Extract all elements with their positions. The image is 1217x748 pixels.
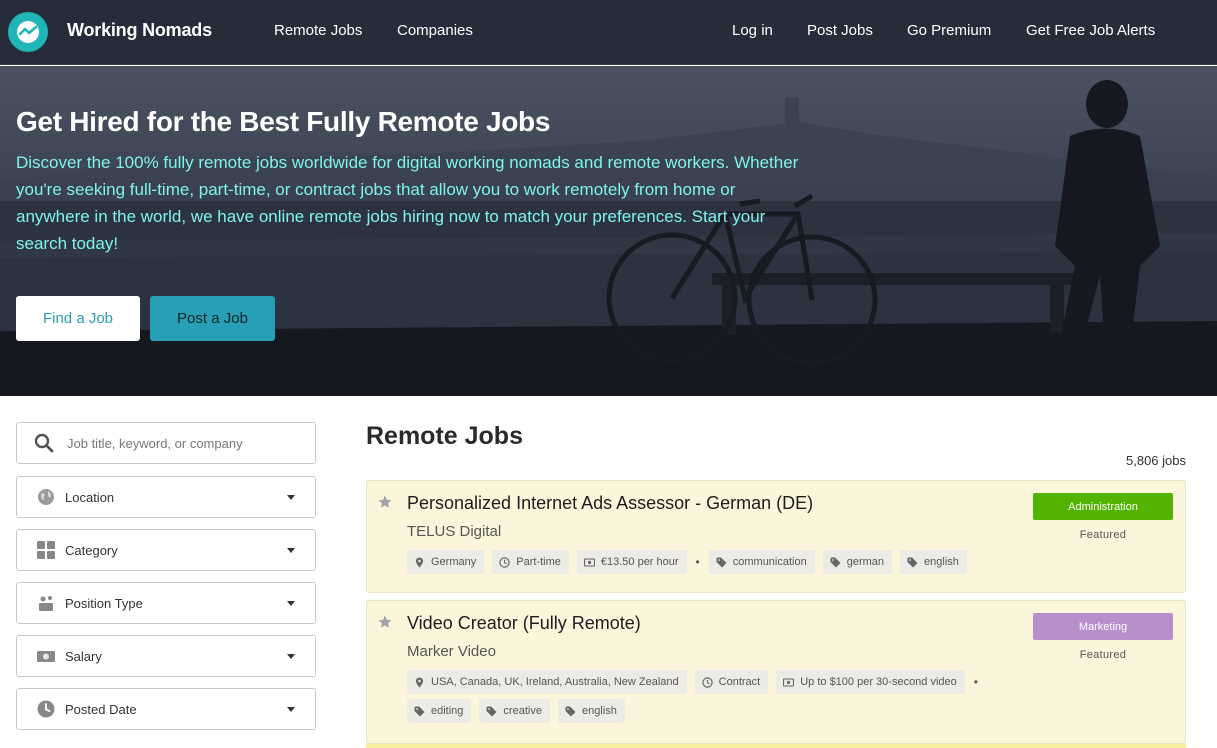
location-filter[interactable]: Location — [16, 476, 316, 518]
next-job-card-edge — [366, 744, 1186, 748]
separator-dot: • — [973, 675, 978, 689]
nav-companies[interactable]: Companies — [397, 22, 473, 39]
posted-date-filter[interactable]: Posted Date — [16, 688, 316, 730]
category-badge[interactable]: Marketing — [1033, 613, 1173, 640]
category-filter[interactable]: Category — [16, 529, 316, 571]
type-text: Contract — [718, 676, 761, 688]
salary-text: €13.50 per hour — [600, 556, 679, 568]
chevron-down-icon — [287, 654, 295, 659]
clock-icon — [499, 556, 510, 568]
type-tag[interactable]: Part-time — [492, 550, 569, 574]
job-title[interactable]: Personalized Internet Ads Assessor - Ger… — [407, 493, 813, 514]
skill-tag[interactable]: english — [900, 550, 967, 574]
nav-remote-jobs[interactable]: Remote Jobs — [274, 22, 362, 39]
money-icon — [37, 647, 55, 665]
job-tags: Germany Part-time €13.50 per hour • comm… — [407, 550, 1017, 574]
star-icon[interactable] — [378, 615, 392, 629]
nav-post-jobs[interactable]: Post Jobs — [807, 22, 873, 39]
money-icon — [783, 677, 795, 687]
job-tags: USA, Canada, UK, Ireland, Australia, New… — [407, 670, 1017, 723]
brand-name[interactable]: Working Nomads — [67, 20, 212, 41]
star-icon[interactable] — [378, 495, 392, 509]
chevron-down-icon — [287, 495, 295, 500]
tag-icon — [830, 557, 841, 567]
tag-icon — [565, 706, 576, 716]
nav-go-premium[interactable]: Go Premium — [907, 22, 991, 39]
position-type-filter-label: Position Type — [65, 595, 143, 611]
tag-icon — [716, 557, 727, 567]
map-pin-icon — [416, 557, 423, 567]
salary-tag[interactable]: Up to $100 per 30-second video — [776, 670, 965, 694]
location-tag[interactable]: USA, Canada, UK, Ireland, Australia, New… — [407, 670, 687, 694]
location-text: Germany — [431, 556, 477, 568]
skill-text: creative — [503, 705, 542, 717]
search-input[interactable] — [16, 422, 316, 464]
skill-tag[interactable]: editing — [407, 699, 472, 723]
skill-tag[interactable]: communication — [708, 550, 815, 574]
job-title[interactable]: Video Creator (Fully Remote) — [407, 613, 641, 634]
location-filter-label: Location — [65, 489, 115, 505]
clock-icon — [37, 700, 55, 718]
top-navbar: Working Nomads Remote Jobs Companies Log… — [0, 0, 1217, 65]
featured-label: Featured — [1079, 529, 1127, 541]
skill-tag[interactable]: creative — [479, 699, 550, 723]
posted-date-filter-label: Posted Date — [65, 701, 137, 717]
skill-text: editing — [431, 705, 464, 717]
skill-text: german — [846, 556, 885, 568]
job-count: 5,806 jobs — [1126, 453, 1186, 468]
location-text: USA, Canada, UK, Ireland, Australia, New… — [431, 676, 679, 688]
map-pin-icon — [416, 677, 423, 687]
salary-filter-label: Salary — [65, 648, 102, 664]
globe-icon — [37, 488, 55, 506]
job-company[interactable]: TELUS Digital — [407, 523, 501, 540]
chevron-down-icon — [287, 601, 295, 606]
location-tag[interactable]: Germany — [407, 550, 485, 574]
search-icon — [34, 433, 54, 453]
logo-icon[interactable] — [8, 12, 48, 52]
nav-job-alerts[interactable]: Get Free Job Alerts — [1026, 22, 1155, 39]
chevron-down-icon — [287, 548, 295, 553]
salary-filter[interactable]: Salary — [16, 635, 316, 677]
position-icon — [37, 594, 55, 612]
find-job-button[interactable]: Find a Job — [16, 296, 140, 341]
post-job-button[interactable]: Post a Job — [150, 296, 275, 341]
job-card[interactable]: Video Creator (Fully Remote) Marker Vide… — [366, 600, 1186, 744]
type-tag[interactable]: Contract — [694, 670, 769, 694]
salary-text: Up to $100 per 30-second video — [800, 676, 957, 688]
skill-text: english — [581, 705, 617, 717]
nav-log-in[interactable]: Log in — [732, 22, 773, 39]
tag-icon — [414, 706, 425, 716]
clock-icon — [701, 676, 713, 688]
hero-title: Get Hired for the Best Fully Remote Jobs — [16, 106, 551, 137]
money-icon — [583, 557, 595, 567]
separator-dot: • — [695, 555, 700, 569]
skill-text: communication — [732, 556, 807, 568]
hero-description: Discover the 100% fully remote jobs worl… — [16, 153, 799, 253]
salary-tag[interactable]: €13.50 per hour — [576, 550, 687, 574]
job-card[interactable]: Personalized Internet Ads Assessor - Ger… — [366, 480, 1186, 593]
hero-banner: Get Hired for the Best Fully Remote Jobs… — [0, 66, 1217, 396]
category-filter-label: Category — [65, 542, 118, 558]
skill-tag[interactable]: english — [557, 699, 625, 723]
skill-text: english — [924, 556, 959, 568]
grid-icon — [37, 541, 55, 559]
type-text: Part-time — [516, 556, 561, 568]
tag-icon — [907, 557, 918, 567]
page-title: Remote Jobs — [366, 422, 523, 450]
featured-label: Featured — [1079, 649, 1127, 661]
tag-icon — [486, 706, 497, 716]
position-type-filter[interactable]: Position Type — [16, 582, 316, 624]
skill-tag[interactable]: german — [822, 550, 893, 574]
category-badge[interactable]: Administration — [1033, 493, 1173, 520]
chevron-down-icon — [287, 707, 295, 712]
job-company[interactable]: Marker Video — [407, 643, 496, 660]
